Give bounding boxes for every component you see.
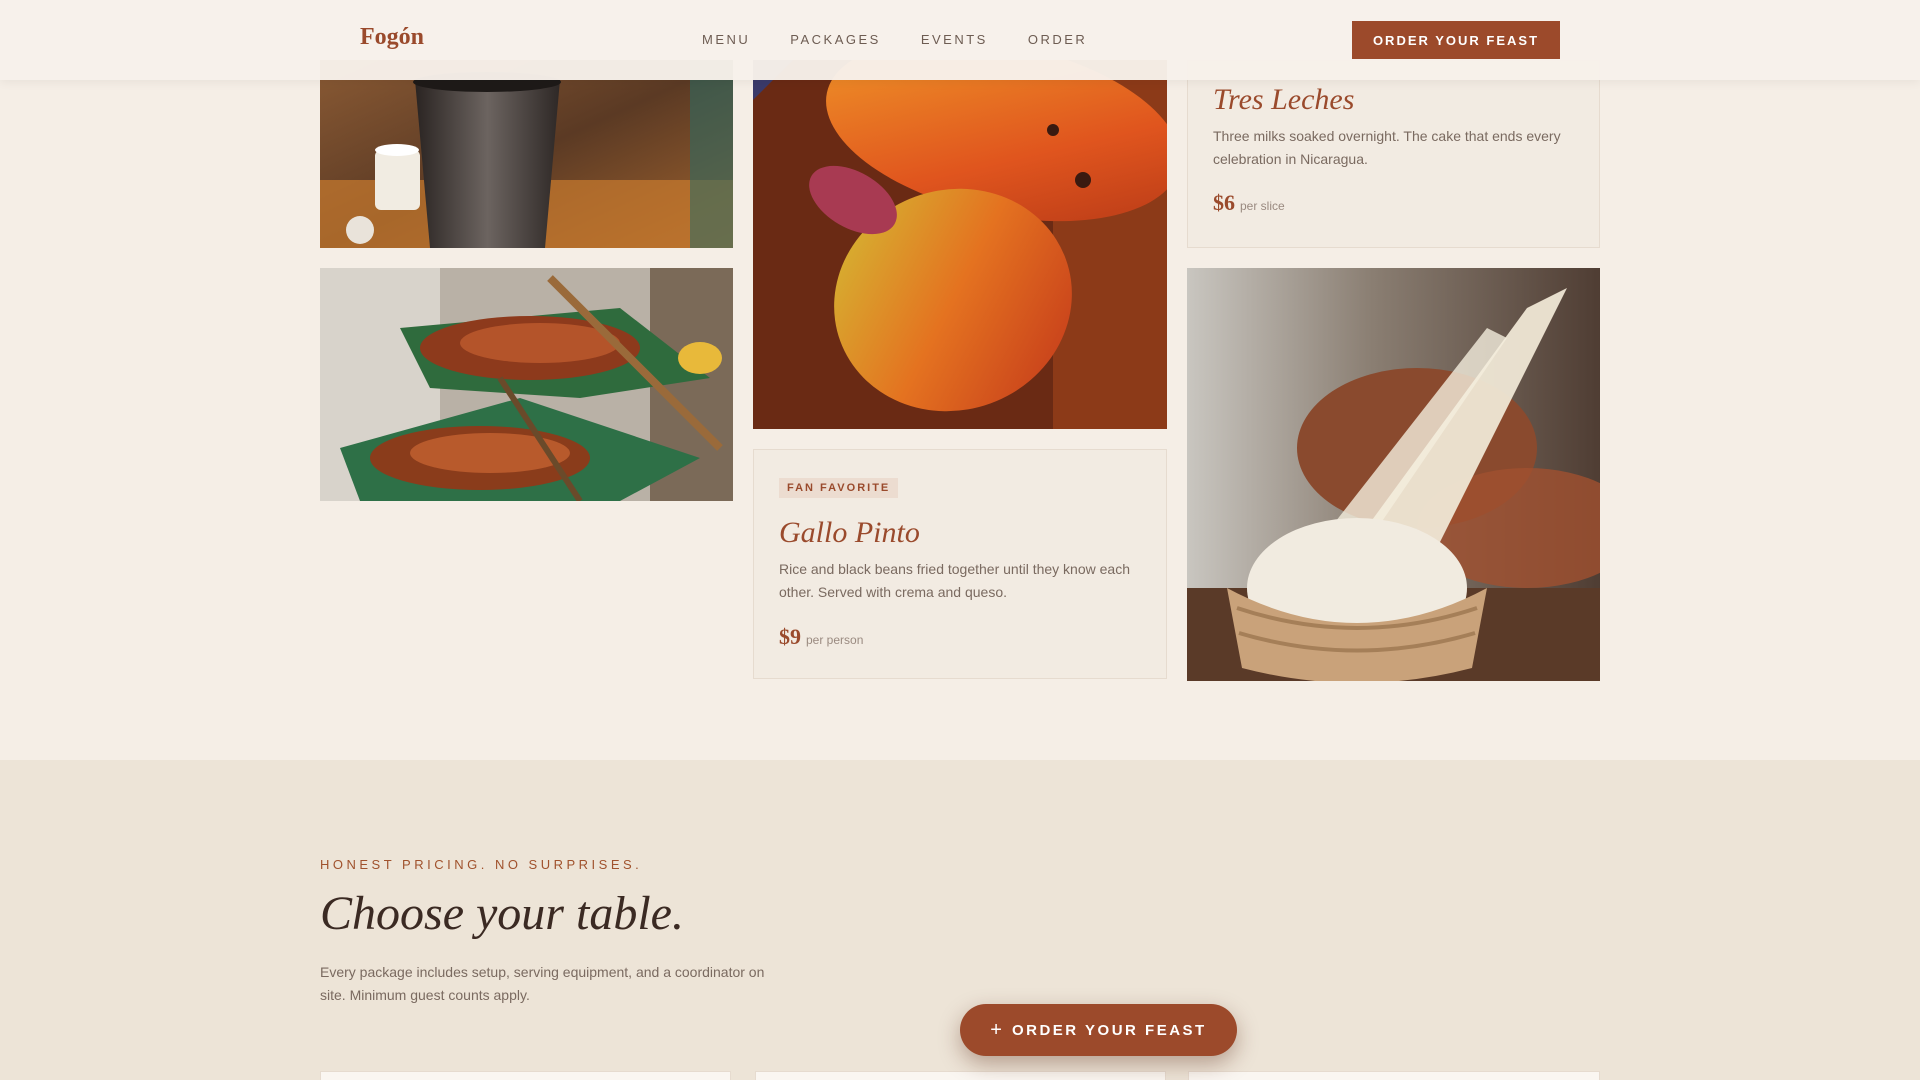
nav-item-packages[interactable]: PACKAGES bbox=[790, 32, 881, 47]
dish-description: Three milks soaked overnight. The cake t… bbox=[1213, 128, 1561, 167]
nav-item-menu[interactable]: MENU bbox=[702, 32, 750, 47]
order-your-feast-header-button[interactable]: ORDER YOUR FEAST bbox=[1352, 21, 1560, 59]
plus-icon: + bbox=[990, 1018, 1002, 1041]
pricing-eyebrow: HONEST PRICING. NO SURPRISES. bbox=[320, 857, 643, 872]
tres-leches-card: Tres Leches Three milks soaked overnight… bbox=[1187, 60, 1600, 248]
pricing-subtitle: Every package includes setup, serving eq… bbox=[320, 964, 765, 1003]
price-unit: per slice bbox=[1240, 199, 1285, 213]
price-row: $6 per slice bbox=[1213, 190, 1574, 216]
clay-pot-photo bbox=[320, 60, 733, 248]
nav-item-events[interactable]: EVENTS bbox=[921, 32, 988, 47]
main-nav: MENU PACKAGES EVENTS ORDER bbox=[702, 32, 1087, 47]
price-row: $9 per person bbox=[779, 624, 1141, 650]
pricing-title: Choose your table. bbox=[320, 887, 684, 940]
nav-item-order[interactable]: ORDER bbox=[1028, 32, 1087, 47]
floating-cta-label: ORDER YOUR FEAST bbox=[1011, 1021, 1207, 1039]
dish-price: $9 bbox=[779, 624, 801, 649]
dish-title: Tres Leches bbox=[1213, 83, 1355, 116]
price-unit: per person bbox=[806, 633, 864, 647]
grilled-meat-photo bbox=[320, 268, 733, 501]
dish-price: $6 bbox=[1213, 190, 1235, 215]
cheese-bread-photo bbox=[1187, 268, 1600, 681]
site-header: Fogón MENU PACKAGES EVENTS ORDER ORDER Y… bbox=[0, 0, 1920, 80]
package-card[interactable] bbox=[1188, 1071, 1600, 1080]
dish-description: Rice and black beans fried together unti… bbox=[779, 561, 1130, 600]
cacao-pods-photo bbox=[753, 60, 1167, 429]
package-card[interactable] bbox=[755, 1071, 1166, 1080]
package-card[interactable] bbox=[320, 1071, 731, 1080]
brand-logo[interactable]: Fogón bbox=[360, 24, 424, 51]
gallo-pinto-card: FAN FAVORITE Gallo Pinto Rice and black … bbox=[753, 449, 1167, 679]
fan-favorite-badge: FAN FAVORITE bbox=[779, 478, 899, 498]
order-your-feast-floating-button[interactable]: + ORDER YOUR FEAST bbox=[960, 1004, 1237, 1056]
dish-title: Gallo Pinto bbox=[779, 516, 920, 549]
